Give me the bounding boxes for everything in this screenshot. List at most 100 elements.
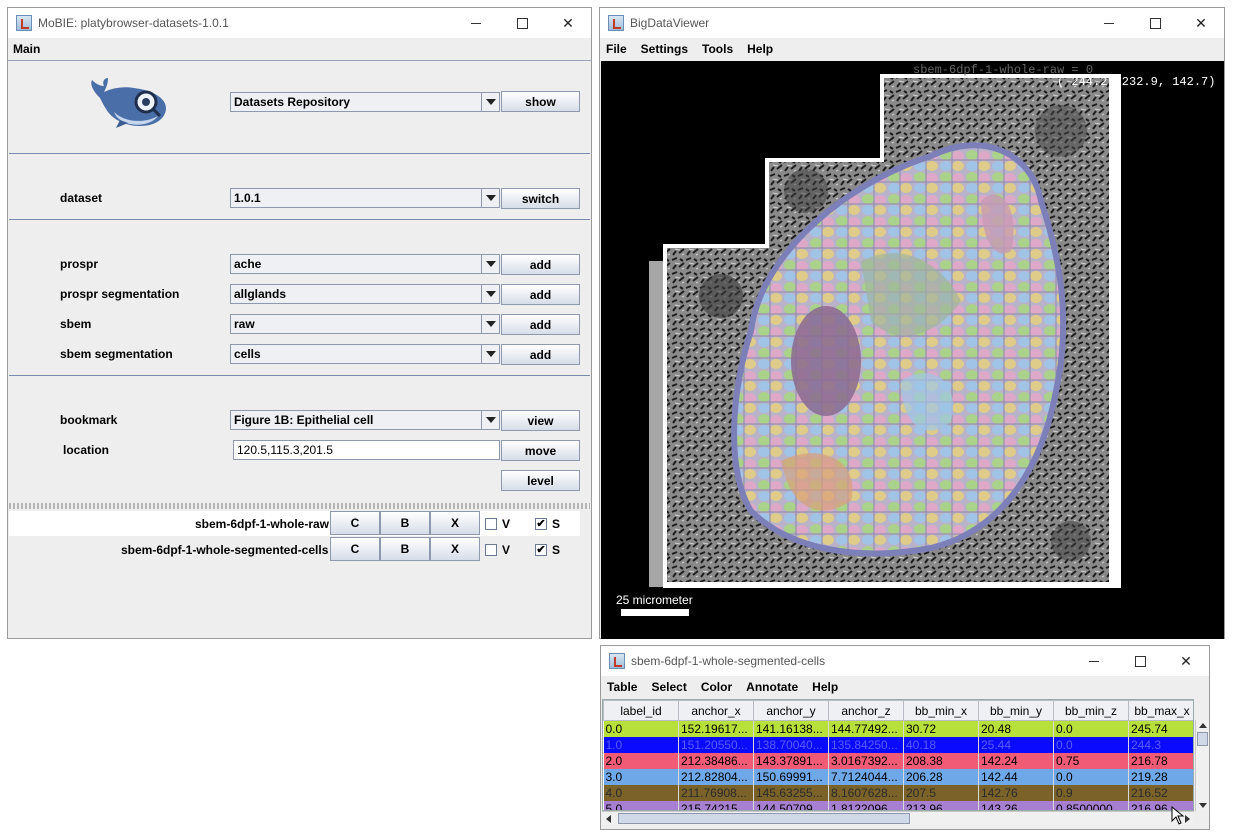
table-cell[interactable]: 143.26 bbox=[978, 800, 1054, 810]
vertical-scrollbar[interactable] bbox=[1195, 720, 1209, 811]
table-cell[interactable]: 245.74 bbox=[1128, 720, 1193, 737]
table-cell[interactable]: 212.82804... bbox=[678, 768, 754, 785]
scroll-thumb[interactable] bbox=[1197, 732, 1208, 746]
view-button[interactable]: view bbox=[501, 410, 580, 431]
split-pane-divider[interactable] bbox=[9, 503, 590, 509]
table-cell[interactable]: 144.77492... bbox=[828, 720, 904, 737]
segmentation-table[interactable]: label_id anchor_x anchor_y anchor_z bb_min_x… bbox=[603, 700, 1193, 810]
chevron-down-icon[interactable] bbox=[481, 285, 499, 303]
column-header[interactable]: anchor_z bbox=[828, 700, 904, 721]
table-cell[interactable]: 151.20550... bbox=[678, 736, 754, 753]
table-row[interactable]: 3.0 212.82804... 150.69991... 7.7124044... 2… bbox=[603, 768, 1193, 785]
maximize-icon[interactable] bbox=[1132, 8, 1178, 38]
chevron-down-icon[interactable] bbox=[481, 315, 499, 333]
table-cell[interactable]: 25.44 bbox=[978, 736, 1054, 753]
table-cell[interactable]: 0.0 bbox=[1053, 736, 1129, 753]
table-cell[interactable]: 1.8122096... bbox=[828, 800, 904, 810]
bdv-titlebar[interactable]: BigDataViewer ✕ bbox=[600, 8, 1224, 38]
menu-annotate[interactable]: Annotate bbox=[746, 680, 798, 694]
menu-main[interactable]: Main bbox=[13, 42, 40, 56]
table-cell[interactable]: 135.84250... bbox=[828, 736, 904, 753]
add-prospr-button[interactable]: add bbox=[501, 254, 580, 275]
table-cell[interactable]: 40.18 bbox=[903, 736, 979, 753]
maximize-icon[interactable] bbox=[1117, 646, 1163, 676]
close-icon[interactable]: ✕ bbox=[545, 8, 591, 38]
table-cell[interactable]: 3.0167392... bbox=[828, 752, 904, 769]
hscroll-thumb[interactable] bbox=[618, 813, 910, 824]
column-header[interactable]: bb_min_y bbox=[978, 700, 1054, 721]
table-cell[interactable]: 244.3 bbox=[1128, 736, 1193, 753]
menu-help[interactable]: Help bbox=[747, 42, 773, 56]
add-prospr-segmentation-button[interactable]: add bbox=[501, 284, 580, 305]
table-cell[interactable]: 0.0 bbox=[1053, 768, 1129, 785]
layer-brightness-button[interactable]: B bbox=[380, 537, 430, 561]
column-header[interactable]: bb_max_x bbox=[1128, 700, 1193, 721]
table-cell[interactable]: 142.24 bbox=[978, 752, 1054, 769]
table-cell[interactable]: 7.7124044... bbox=[828, 768, 904, 785]
table-cell[interactable]: 2.0 bbox=[603, 752, 679, 769]
column-header[interactable]: anchor_x bbox=[678, 700, 754, 721]
table-cell[interactable]: 3.0 bbox=[603, 768, 679, 785]
table-cell[interactable]: 207.5 bbox=[903, 784, 979, 801]
add-sbem-segmentation-button[interactable]: add bbox=[501, 344, 580, 365]
move-button[interactable]: move bbox=[501, 440, 580, 461]
source-select[interactable]: Datasets Repository bbox=[230, 92, 500, 112]
layer-brightness-button[interactable]: B bbox=[380, 511, 430, 535]
menu-color[interactable]: Color bbox=[701, 680, 732, 694]
table-scroll-pane[interactable]: label_id anchor_x anchor_y anchor_z bb_min_x… bbox=[602, 699, 1194, 811]
minimize-icon[interactable] bbox=[453, 8, 499, 38]
layer-visible-3d-checkbox[interactable] bbox=[485, 544, 497, 556]
table-cell[interactable]: 208.38 bbox=[903, 752, 979, 769]
menu-table[interactable]: Table bbox=[607, 680, 637, 694]
chevron-down-icon[interactable] bbox=[481, 93, 499, 111]
table-cell[interactable]: 8.1607628... bbox=[828, 784, 904, 801]
table-cell[interactable]: 30.72 bbox=[903, 720, 979, 737]
chevron-down-icon[interactable] bbox=[481, 189, 499, 207]
chevron-down-icon[interactable] bbox=[481, 411, 499, 429]
horizontal-scrollbar[interactable] bbox=[602, 811, 1194, 825]
column-header[interactable]: anchor_y bbox=[753, 700, 829, 721]
sbem-segmentation-select[interactable]: cells bbox=[230, 344, 500, 364]
minimize-icon[interactable] bbox=[1071, 646, 1117, 676]
scroll-up-icon[interactable] bbox=[1199, 723, 1207, 728]
menu-settings[interactable]: Settings bbox=[641, 42, 688, 56]
table-row[interactable]: 4.0 211.76908... 145.63255... 8.1607628... 2… bbox=[603, 784, 1193, 801]
layer-visible-3d-checkbox[interactable] bbox=[485, 518, 497, 530]
scroll-down-icon[interactable] bbox=[1199, 803, 1207, 808]
table-cell[interactable]: 141.16138... bbox=[753, 720, 829, 737]
table-cell[interactable]: 0.0 bbox=[1053, 720, 1129, 737]
menu-help[interactable]: Help bbox=[812, 680, 838, 694]
mobie-titlebar[interactable]: MoBIE: platybrowser-datasets-1.0.1 ✕ bbox=[8, 8, 591, 38]
layer-color-button[interactable]: C bbox=[330, 537, 380, 561]
table-cell[interactable]: 206.28 bbox=[903, 768, 979, 785]
bdv-image-viewer[interactable]: sbem-6dpf-1-whole-raw = 0 ( 244.2, 232.9… bbox=[601, 61, 1224, 639]
table-row[interactable]: 1.0 151.20550... 138.70040... 135.84250... 4… bbox=[603, 736, 1193, 753]
table-row[interactable]: 2.0 212.38486... 143.37891... 3.0167392... 2… bbox=[603, 752, 1193, 769]
chevron-down-icon[interactable] bbox=[481, 345, 499, 363]
show-button[interactable]: show bbox=[501, 91, 580, 112]
column-header[interactable]: bb_min_x bbox=[903, 700, 979, 721]
menu-file[interactable]: File bbox=[606, 42, 627, 56]
prospr-segmentation-select[interactable]: allglands bbox=[230, 284, 500, 304]
table-cell[interactable]: 4.0 bbox=[603, 784, 679, 801]
table-cell[interactable]: 0.8500000... bbox=[1053, 800, 1129, 810]
table-cell[interactable]: 20.48 bbox=[978, 720, 1054, 737]
table-cell[interactable]: 211.76908... bbox=[678, 784, 754, 801]
close-icon[interactable]: ✕ bbox=[1178, 8, 1224, 38]
column-header[interactable]: bb_min_z bbox=[1053, 700, 1129, 721]
table-cell[interactable]: 0.75 bbox=[1053, 752, 1129, 769]
layer-remove-button[interactable]: X bbox=[430, 511, 480, 535]
level-button[interactable]: level bbox=[501, 470, 580, 491]
location-field[interactable]: 120.5,115.3,201.5 bbox=[233, 440, 500, 460]
layer-color-button[interactable]: C bbox=[330, 511, 380, 535]
table-cell[interactable]: 5.0 bbox=[603, 800, 679, 810]
table-cell[interactable]: 152.19617... bbox=[678, 720, 754, 737]
layer-show-checkbox[interactable]: ✔ bbox=[535, 544, 547, 556]
table-cell[interactable]: 143.37891... bbox=[753, 752, 829, 769]
table-cell[interactable]: 0.0 bbox=[603, 720, 679, 737]
chevron-down-icon[interactable] bbox=[481, 255, 499, 273]
table-cell[interactable]: 138.70040... bbox=[753, 736, 829, 753]
table-cell[interactable]: 212.38486... bbox=[678, 752, 754, 769]
table-cell[interactable]: 150.69991... bbox=[753, 768, 829, 785]
table-row[interactable]: 5.0 215.74215... 144.50709... 1.8122096... 2… bbox=[603, 800, 1193, 810]
